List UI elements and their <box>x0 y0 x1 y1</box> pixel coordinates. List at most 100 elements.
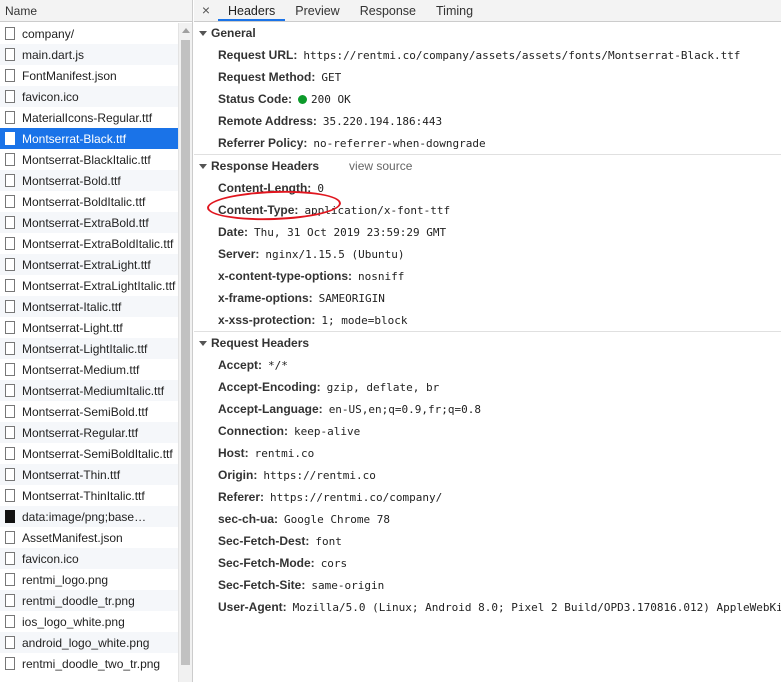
header-row: x-frame-options: SAMEORIGIN <box>194 287 781 309</box>
request-list-item[interactable]: android_logo_white.png <box>0 632 178 653</box>
request-list-item[interactable]: rentmi_doodle_tr.png <box>0 590 178 611</box>
header-row: Request URL: https://rentmi.co/company/as… <box>194 44 781 66</box>
close-icon[interactable]: × <box>194 0 218 21</box>
request-list-item[interactable]: Montserrat-ExtraLight.ttf <box>0 254 178 275</box>
header-value: nosniff <box>358 269 405 283</box>
request-name: favicon.ico <box>22 89 79 104</box>
header-key: Request Method: <box>218 70 316 84</box>
request-name: rentmi_doodle_tr.png <box>22 593 135 608</box>
header-key: Accept-Language: <box>218 402 323 416</box>
request-list-item[interactable]: Montserrat-Bold.ttf <box>0 170 178 191</box>
general-section-header[interactable]: General <box>194 22 781 44</box>
request-list-item[interactable]: rentmi_doodle_two_tr.png <box>0 653 178 674</box>
request-list-item[interactable]: favicon.ico <box>0 86 178 107</box>
request-name: Montserrat-ExtraBoldItalic.ttf <box>22 236 174 251</box>
header-row: User-Agent: Mozilla/5.0 (Linux; Android 8… <box>194 596 781 618</box>
request-name: Montserrat-Light.ttf <box>22 320 123 335</box>
request-list-item[interactable]: company/ <box>0 23 178 44</box>
file-icon <box>5 636 15 649</box>
request-name: main.dart.js <box>22 47 85 62</box>
scrollbar-thumb[interactable] <box>181 40 190 665</box>
header-key: Sec-Fetch-Mode: <box>218 556 315 570</box>
request-list-pane: Name company/main.dart.js FontManifest.js… <box>0 0 193 682</box>
request-list-item[interactable]: rentmi_logo.png <box>0 569 178 590</box>
header-key: Referer: <box>218 490 265 504</box>
header-value: no-referrer-when-downgrade <box>313 136 486 150</box>
request-list-item[interactable]: Montserrat-BlackItalic.ttf <box>0 149 178 170</box>
name-column-header[interactable]: Name <box>0 0 192 22</box>
request-list-item[interactable]: Montserrat-ExtraBold.ttf <box>0 212 178 233</box>
request-list-item[interactable]: ios_logo_white.png <box>0 611 178 632</box>
tab-headers[interactable]: Headers <box>218 0 286 21</box>
header-value: 1; mode=block <box>321 313 408 327</box>
request-list-item[interactable]: Montserrat-ExtraBoldItalic.ttf <box>0 233 178 254</box>
request-list-item[interactable]: MaterialIcons-Regular.ttf <box>0 107 178 128</box>
request-list-item[interactable]: Montserrat-LightItalic.ttf <box>0 338 178 359</box>
request-headers-section: Request Headers Accept: */* Accept-Encodin… <box>194 332 781 618</box>
request-name: ios_logo_white.png <box>22 614 125 629</box>
status-ok-dot-icon <box>298 94 308 104</box>
request-name: favicon.ico <box>22 551 79 566</box>
request-list-item[interactable]: AssetManifest.json <box>0 527 178 548</box>
request-list-item[interactable]: favicon.ico <box>0 548 178 569</box>
request-list-item[interactable]: Montserrat-Regular.ttf <box>0 422 178 443</box>
image-icon <box>5 510 15 523</box>
header-key: Status Code: <box>218 92 293 106</box>
header-row: Host: rentmi.co <box>194 442 781 464</box>
request-name: Montserrat-Regular.ttf <box>22 425 139 440</box>
request-list-item[interactable]: main.dart.js <box>0 44 178 65</box>
header-row: Accept-Encoding: gzip, deflate, br <box>194 376 781 398</box>
request-list-item[interactable]: Montserrat-SemiBold.ttf <box>0 401 178 422</box>
request-name: Montserrat-SemiBold.ttf <box>22 404 149 419</box>
request-name: Montserrat-ThinItalic.ttf <box>22 488 145 503</box>
request-list-item[interactable]: Montserrat-MediumItalic.ttf <box>0 380 178 401</box>
file-icon <box>5 489 15 502</box>
request-list-item[interactable]: Montserrat-Medium.ttf <box>0 359 178 380</box>
scroll-up-arrow-icon[interactable] <box>182 28 190 33</box>
header-value: keep-alive <box>294 424 361 438</box>
request-list-item[interactable]: Montserrat-ThinItalic.ttf <box>0 485 178 506</box>
request-list-item[interactable]: Montserrat-Italic.ttf <box>0 296 178 317</box>
request-headers-section-header[interactable]: Request Headers <box>194 332 781 354</box>
file-icon <box>5 237 15 250</box>
header-row: Accept: */* <box>194 354 781 376</box>
header-value: same-origin <box>311 578 385 592</box>
file-icon <box>5 426 15 439</box>
header-row: Referer: https://rentmi.co/company/ <box>194 486 781 508</box>
request-list-item[interactable]: data:image/png;base… <box>0 506 178 527</box>
request-list-scrollbar[interactable] <box>178 23 192 682</box>
details-tabbar: × Headers Preview Response Timing <box>194 0 781 22</box>
request-list-item[interactable]: Montserrat-Light.ttf <box>0 317 178 338</box>
tab-preview[interactable]: Preview <box>285 0 349 21</box>
response-headers-section-header[interactable]: Response Headers view source <box>194 155 781 177</box>
request-list-item[interactable]: Montserrat-BoldItalic.ttf <box>0 191 178 212</box>
header-value: 200 OK <box>311 92 351 106</box>
request-name: AssetManifest.json <box>22 530 123 545</box>
file-icon <box>5 279 15 292</box>
request-name: Montserrat-ExtraLightItalic.ttf <box>22 278 176 293</box>
request-name: Montserrat-Black.ttf <box>22 131 127 146</box>
view-source-link[interactable]: view source <box>349 159 412 173</box>
header-key: Origin: <box>218 468 258 482</box>
header-value: Mozilla/5.0 (Linux; Android 8.0; Pixel 2… <box>292 600 781 614</box>
header-value: Google Chrome 78 <box>284 512 390 526</box>
header-key: Content-Length: <box>218 181 312 195</box>
request-list-item[interactable]: FontManifest.json <box>0 65 178 86</box>
request-list-item[interactable]: Montserrat-SemiBoldItalic.ttf <box>0 443 178 464</box>
header-row: Sec-Fetch-Site: same-origin <box>194 574 781 596</box>
request-list-item[interactable]: Montserrat-Thin.ttf <box>0 464 178 485</box>
request-name: Montserrat-Medium.ttf <box>22 362 140 377</box>
collapse-triangle-icon <box>199 163 207 169</box>
request-list-item[interactable]: Montserrat-Black.ttf <box>0 128 178 149</box>
header-row: Accept-Language: en-US,en;q=0.9,fr;q=0.8 <box>194 398 781 420</box>
file-icon <box>5 384 15 397</box>
file-icon <box>5 195 15 208</box>
tab-timing[interactable]: Timing <box>426 0 483 21</box>
request-list-item[interactable]: Montserrat-ExtraLightItalic.ttf <box>0 275 178 296</box>
header-key: x-content-type-options: <box>218 269 352 283</box>
file-icon <box>5 468 15 481</box>
tab-response[interactable]: Response <box>350 0 426 21</box>
request-name: FontManifest.json <box>22 68 117 83</box>
file-icon <box>5 573 15 586</box>
header-value: gzip, deflate, br <box>326 380 440 394</box>
